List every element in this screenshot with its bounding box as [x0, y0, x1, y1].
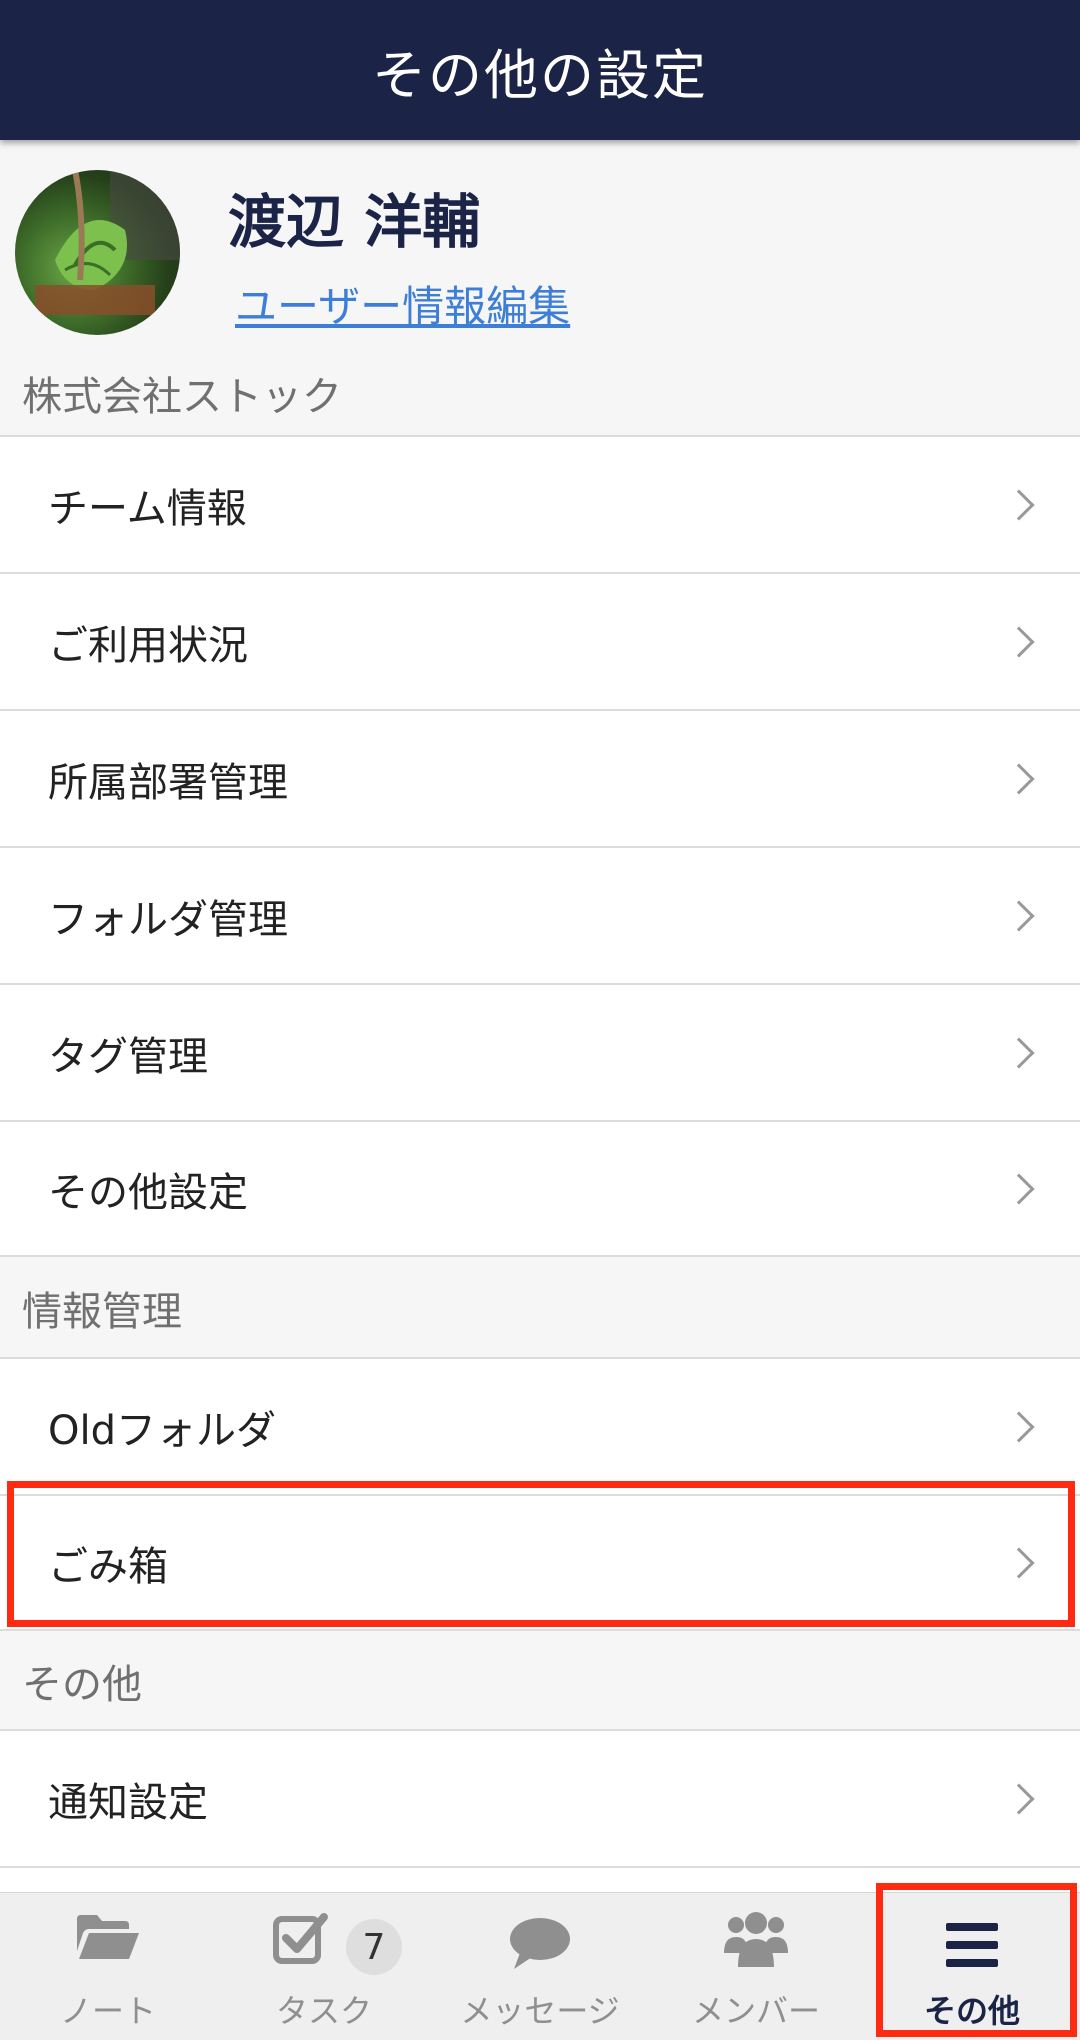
page-title: その他の設定 [372, 43, 708, 107]
user-name: 渡辺 洋輔 [228, 188, 481, 256]
section-header-label: 株式会社ストック [22, 373, 342, 420]
list-item-label: 所属部署管理 [48, 759, 288, 806]
chevron-right-icon [1003, 1036, 1035, 1069]
list-item-team-info[interactable]: チーム情報 [0, 435, 1080, 572]
list-item-label: Oldフォルダ [48, 1407, 276, 1454]
chevron-right-icon [1003, 488, 1035, 521]
list-item-other-settings[interactable]: その他設定 [0, 1120, 1080, 1257]
app-header: その他の設定 [0, 0, 1080, 140]
section-header-info: 情報管理 [0, 1259, 1080, 1357]
chat-bubble-icon [510, 1918, 570, 1969]
folder-icon [77, 1915, 139, 1959]
edit-user-info-link[interactable]: ユーザー情報編集 [235, 273, 570, 334]
list-item-label: ご利用状況 [48, 622, 248, 669]
profile-section: 渡辺 洋輔 ユーザー情報編集 [0, 140, 1080, 350]
chevron-right-icon [1003, 625, 1035, 658]
tab-task[interactable]: 7 タスク [216, 1893, 432, 2040]
chevron-right-icon [1003, 899, 1035, 932]
list-item-label: ごみ箱 [48, 1543, 168, 1590]
avatar[interactable] [15, 170, 180, 335]
list-item-tag-management[interactable]: タグ管理 [0, 983, 1080, 1120]
list-item-folder-management[interactable]: フォルダ管理 [0, 846, 1080, 983]
app-screen: その他の設定 渡辺 洋輔 ユーザー情報編集 株式会社ストック チーム情報 ご利用… [0, 0, 1080, 2040]
list-item-label: 通知設定 [48, 1779, 208, 1826]
section-header-label: 情報管理 [22, 1289, 182, 1335]
chevron-right-icon [1003, 1172, 1035, 1205]
list-item-label: フォルダ管理 [48, 896, 288, 943]
tab-label: ノート [59, 1992, 156, 2030]
menu-icon [946, 1923, 998, 1967]
list-item-label: その他設定 [48, 1169, 248, 1216]
tab-label: メッセージ [460, 1992, 620, 2030]
section-header-company: 株式会社ストック [0, 350, 1080, 435]
task-check-icon [273, 1913, 329, 1964]
list-item-usage-status[interactable]: ご利用状況 [0, 572, 1080, 709]
section-header-other: その他 [0, 1633, 1080, 1729]
plant-photo-icon [35, 170, 180, 315]
section-header-label: その他 [22, 1662, 142, 1708]
tab-label: その他 [923, 1992, 1020, 2030]
tab-label: メンバー [691, 1992, 820, 2030]
chevron-right-icon [1003, 1410, 1035, 1443]
members-icon [724, 1912, 788, 1967]
tab-message[interactable]: メッセージ [432, 1893, 648, 2040]
list-item-old-folder[interactable]: Oldフォルダ [0, 1357, 1080, 1494]
list-item-department-management[interactable]: 所属部署管理 [0, 709, 1080, 846]
list-item-notification-settings[interactable]: 通知設定 [0, 1729, 1080, 1866]
bottom-tab-bar: ノート 7 タスク メッセージ メンバー その他 [0, 1892, 1080, 2040]
tab-label: タスク [275, 1992, 372, 2030]
tab-note[interactable]: ノート [0, 1893, 216, 2040]
chevron-right-icon [1003, 1546, 1035, 1579]
tab-members[interactable]: メンバー [648, 1893, 864, 2040]
list-item-trash[interactable]: ごみ箱 [0, 1494, 1080, 1631]
tab-other[interactable]: その他 [864, 1893, 1080, 2040]
chevron-right-icon [1003, 762, 1035, 795]
list-item-label: タグ管理 [48, 1033, 208, 1080]
list-item-label: チーム情報 [48, 485, 247, 532]
chevron-right-icon [1003, 1782, 1035, 1815]
task-count-badge: 7 [346, 1919, 402, 1975]
